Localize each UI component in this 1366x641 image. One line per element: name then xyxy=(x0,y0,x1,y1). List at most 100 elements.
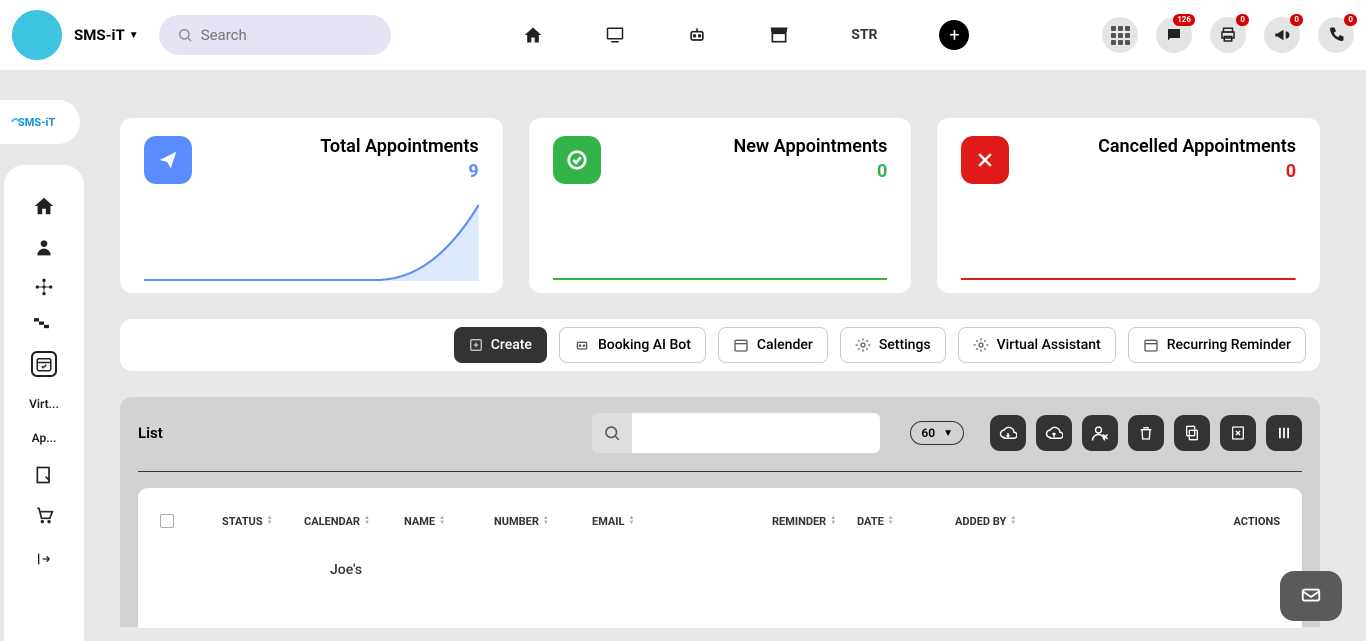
x-icon xyxy=(961,136,1009,184)
search-input[interactable] xyxy=(201,26,373,44)
export-x-icon[interactable] xyxy=(1220,415,1256,451)
chat-fab[interactable] xyxy=(1280,571,1342,621)
calender-button[interactable]: Calender xyxy=(718,327,828,363)
card-cancelled-appointments: Cancelled Appointments 0 xyxy=(937,118,1320,293)
col-addedby[interactable]: ADDED BY▲▼ xyxy=(955,515,1035,528)
list-panel: List 60 ▼ STATUS▲▼ xyxy=(120,397,1320,627)
settings-button[interactable]: Settings xyxy=(840,327,946,363)
phone-button[interactable]: 0 xyxy=(1318,17,1354,53)
sort-icon: ▲▼ xyxy=(267,516,273,526)
side-cart-icon[interactable] xyxy=(34,505,54,525)
copy-icon[interactable] xyxy=(1174,415,1210,451)
avatar[interactable] xyxy=(12,10,62,60)
card-new-appointments: New Appointments 0 xyxy=(529,118,912,293)
row-calendar-value: Joe's xyxy=(330,562,362,578)
brand-label: SMS-iT xyxy=(74,26,125,44)
create-button[interactable]: Create xyxy=(454,327,547,363)
col-name[interactable]: NAME▲▼ xyxy=(404,515,484,528)
list-header: List 60 ▼ xyxy=(138,413,1302,453)
side-label-virt[interactable]: Virt... xyxy=(14,397,74,411)
trash-icon[interactable] xyxy=(1128,415,1164,451)
search-input-wrapper[interactable] xyxy=(159,15,391,55)
table-row[interactable]: Joe's xyxy=(160,562,1280,578)
robot-icon xyxy=(574,337,590,353)
list-title: List xyxy=(138,424,163,442)
card-total-value: 9 xyxy=(320,161,478,182)
side-steps-icon[interactable] xyxy=(34,317,54,331)
booking-ai-bot-button[interactable]: Booking AI Bot xyxy=(559,327,706,363)
virtual-assistant-button[interactable]: Virtual Assistant xyxy=(958,327,1116,363)
card-total-title: Total Appointments xyxy=(320,136,478,157)
phone-badge: 0 xyxy=(1344,14,1357,26)
columns-icon[interactable] xyxy=(1266,415,1302,451)
calendar-icon xyxy=(733,337,749,353)
table-head: STATUS▲▼ CALENDAR▲▼ NAME▲▼ NUMBER▲▼ EMAI… xyxy=(160,514,1280,528)
gear-icon xyxy=(855,337,871,353)
home-icon[interactable] xyxy=(523,25,543,45)
col-date[interactable]: DATE▲▼ xyxy=(857,515,945,528)
svg-text:SMS-iT: SMS-iT xyxy=(18,116,55,129)
virtual-assistant-label: Virtual Assistant xyxy=(997,337,1101,353)
sidebar-logo[interactable]: SMS-iT xyxy=(0,100,80,144)
side-logout-icon[interactable] xyxy=(36,551,52,567)
sort-icon: ▲▼ xyxy=(628,516,634,526)
card-cancelled-sparkline xyxy=(961,201,1296,281)
brand-dropdown[interactable]: SMS-iT ▼ xyxy=(74,26,139,44)
side-home-icon[interactable] xyxy=(33,195,55,217)
side-notes-icon[interactable] xyxy=(34,465,54,485)
robot-icon[interactable] xyxy=(687,25,707,45)
send-icon xyxy=(144,136,192,184)
sort-icon: ▲▼ xyxy=(888,516,894,526)
list-search-button[interactable] xyxy=(592,413,632,453)
side-network-icon[interactable] xyxy=(34,277,54,297)
col-reminder[interactable]: REMINDER▲▼ xyxy=(772,515,847,528)
side-user-icon[interactable] xyxy=(34,237,54,257)
str-label[interactable]: STR xyxy=(851,27,877,43)
list-divider xyxy=(138,471,1302,472)
cloud-upload-icon[interactable] xyxy=(1036,415,1072,451)
col-status[interactable]: STATUS▲▼ xyxy=(222,515,294,528)
side-label-ap[interactable]: Ap... xyxy=(14,431,74,445)
settings-label: Settings xyxy=(879,337,931,353)
calender-label: Calender xyxy=(757,337,813,353)
recurring-reminder-button[interactable]: Recurring Reminder xyxy=(1128,327,1306,363)
print-button[interactable]: 0 xyxy=(1210,17,1246,53)
col-number[interactable]: NUMBER▲▼ xyxy=(494,515,582,528)
page-size-select[interactable]: 60 ▼ xyxy=(910,421,964,445)
search-icon xyxy=(177,27,193,43)
list-actions-row xyxy=(990,415,1302,451)
card-new-value: 0 xyxy=(733,161,887,182)
select-all-checkbox[interactable] xyxy=(160,514,174,528)
card-cancelled-title: Cancelled Appointments xyxy=(1098,136,1296,157)
card-total-sparkline xyxy=(144,201,479,281)
page-size-value: 60 xyxy=(921,426,935,440)
list-search-input[interactable] xyxy=(632,413,880,453)
check-circle-icon xyxy=(553,136,601,184)
create-label: Create xyxy=(491,337,532,353)
store-icon[interactable] xyxy=(769,25,789,45)
card-new-sparkline xyxy=(553,201,888,281)
sort-icon: ▲▼ xyxy=(830,516,836,526)
monitor-icon[interactable] xyxy=(605,26,625,44)
gear-icon xyxy=(973,337,989,353)
summary-cards: Total Appointments 9 New Appointments 0 xyxy=(120,118,1320,293)
calendar-icon xyxy=(1143,337,1159,353)
cloud-download-icon[interactable] xyxy=(990,415,1026,451)
top-center-nav: STR + xyxy=(399,20,1094,50)
apps-grid-button[interactable] xyxy=(1102,17,1138,53)
table: STATUS▲▼ CALENDAR▲▼ NAME▲▼ NUMBER▲▼ EMAI… xyxy=(138,488,1302,628)
topbar: SMS-iT ▼ STR + 126 0 xyxy=(0,0,1366,70)
chat-button[interactable]: 126 xyxy=(1156,17,1192,53)
sort-icon: ▲▼ xyxy=(439,516,445,526)
side-calendar-icon[interactable] xyxy=(31,351,57,377)
megaphone-button[interactable]: 0 xyxy=(1264,17,1300,53)
user-remove-icon[interactable] xyxy=(1082,415,1118,451)
add-button[interactable]: + xyxy=(939,20,969,50)
col-calendar[interactable]: CALENDAR▲▼ xyxy=(304,515,394,528)
toolbar: Create Booking AI Bot Calender Settings … xyxy=(120,319,1320,371)
card-cancelled-value: 0 xyxy=(1098,161,1296,182)
recurring-reminder-label: Recurring Reminder xyxy=(1167,337,1291,353)
print-badge: 0 xyxy=(1236,14,1249,26)
booking-ai-bot-label: Booking AI Bot xyxy=(598,337,691,353)
col-email[interactable]: EMAIL▲▼ xyxy=(592,515,762,528)
